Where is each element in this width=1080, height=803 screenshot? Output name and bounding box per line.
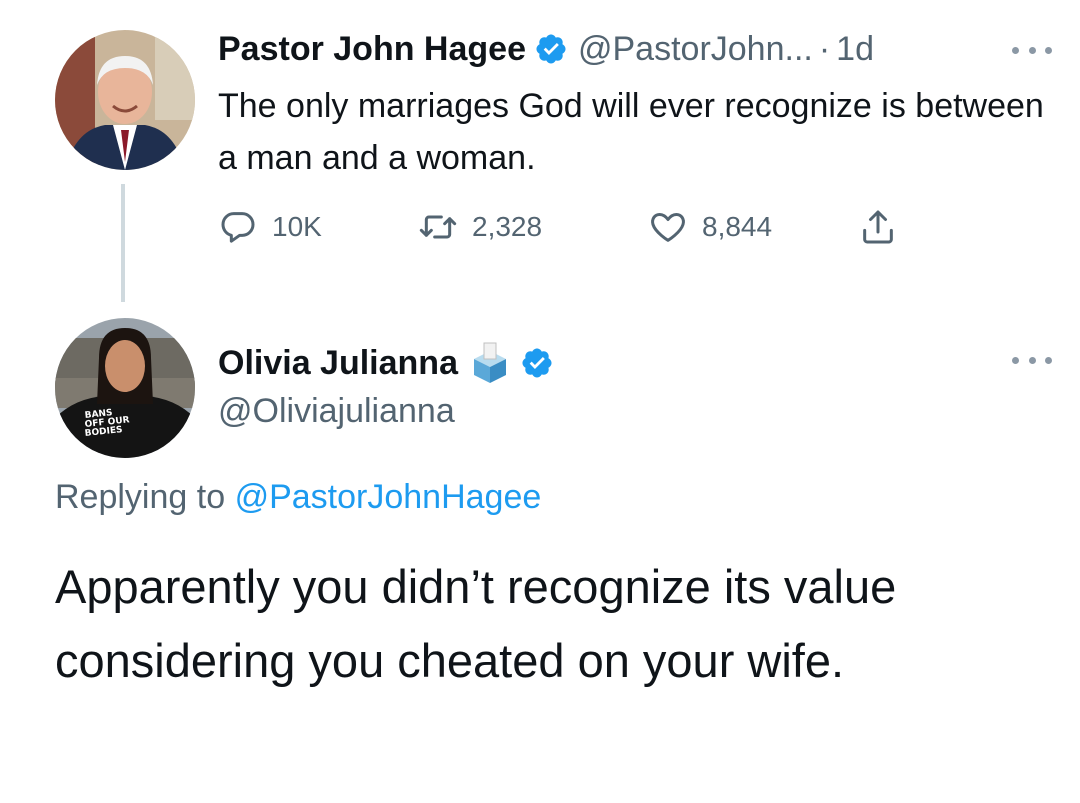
verified-badge-icon: [520, 346, 554, 380]
tweet-text: The only marriages God will ever recogni…: [218, 87, 1044, 177]
share-icon: [863, 210, 893, 244]
author-handle[interactable]: @PastorJohn...: [578, 30, 813, 69]
like-count: 8,844: [702, 211, 773, 242]
tweet-timestamp[interactable]: 1d: [836, 30, 874, 69]
reply-button[interactable]: 10K: [218, 207, 418, 247]
ballot-box-icon: [468, 341, 512, 385]
tweet-actions: 10K 2,328 8,844: [218, 202, 898, 252]
verified-badge-icon: [534, 32, 568, 66]
retweet-count: 2,328: [472, 211, 543, 242]
replying-to-label: Replying to: [55, 478, 226, 516]
author-name[interactable]: Pastor John Hagee: [218, 30, 526, 69]
like-button[interactable]: 8,844: [648, 207, 858, 247]
reply-author-row: Olivia Julianna: [218, 338, 554, 388]
reply-icon: [221, 212, 255, 243]
thread-connector-line: [121, 184, 125, 302]
reply-tweet-text: Apparently you didn’t recognize its valu…: [55, 560, 897, 687]
avatar-olivia-julianna[interactable]: BANS OFF OUR BODIES: [55, 318, 195, 458]
more-options-icon[interactable]: [1012, 354, 1052, 366]
avatar-pastor-john-hagee[interactable]: [55, 30, 195, 170]
reply-count: 10K: [272, 211, 322, 242]
reply-author-handle[interactable]: @Oliviajulianna: [218, 392, 455, 431]
separator-dot: ·: [818, 29, 831, 68]
replying-to-line: Replying to @PastorJohnHagee: [55, 478, 541, 517]
heart-icon: [651, 213, 685, 242]
more-options-icon[interactable]: [1012, 44, 1052, 56]
replying-to-mention[interactable]: @PastorJohnHagee: [235, 478, 542, 516]
retweet-icon: [419, 215, 457, 239]
reply-author-name[interactable]: Olivia Julianna: [218, 344, 458, 383]
retweet-button[interactable]: 2,328: [418, 207, 648, 247]
tweet-header: Pastor John Hagee @PastorJohn... · 1d: [218, 24, 874, 74]
share-button[interactable]: [858, 207, 898, 247]
